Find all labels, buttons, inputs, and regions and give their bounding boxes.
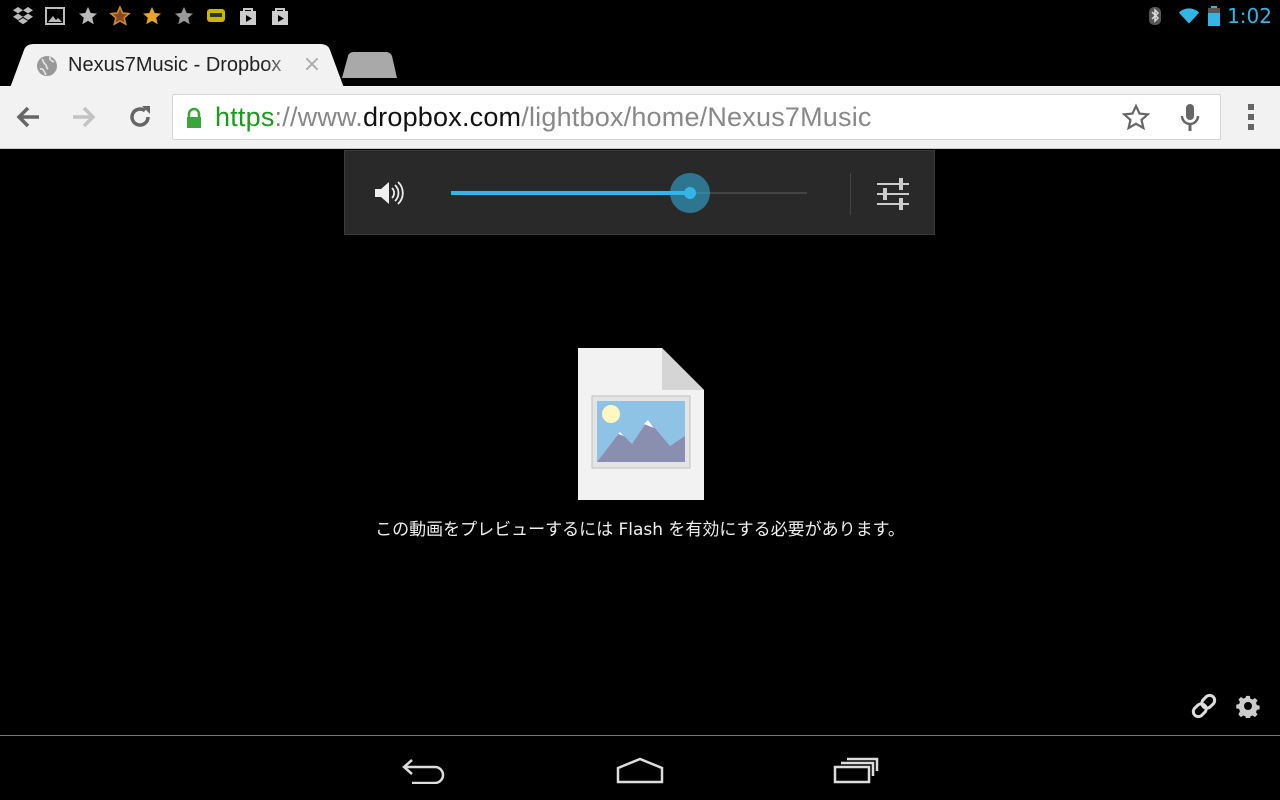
globe-icon <box>37 56 57 76</box>
active-tab[interactable]: Nexus7Music - Dropbox × <box>10 44 348 88</box>
back-nav-icon <box>402 759 445 784</box>
settings-icon[interactable] <box>1236 694 1260 718</box>
volume-panel <box>344 150 935 235</box>
star-gray-icon <box>173 5 195 27</box>
browser-toolbar: https://www.dropbox.com/lightbox/home/Ne… <box>0 86 1280 149</box>
clock: 1:02 <box>1227 4 1272 28</box>
volume-slider[interactable] <box>451 173 807 213</box>
recent-apps-button[interactable] <box>826 750 886 790</box>
home-nav-button[interactable] <box>610 750 670 790</box>
star-gray-icon <box>77 5 99 27</box>
flash-required-message: この動画をプレビューするには Flash を有効にする必要があります。 <box>375 520 905 540</box>
microphone-icon[interactable] <box>1177 102 1203 134</box>
url-scheme: https <box>215 102 275 132</box>
star-orange-outline-icon <box>109 5 131 27</box>
url-text[interactable]: https://www.dropbox.com/lightbox/home/Ne… <box>215 102 872 133</box>
battery-icon <box>1206 5 1222 27</box>
lock-icon <box>187 107 201 128</box>
image-file-icon <box>578 348 704 500</box>
volume-fill <box>451 191 690 195</box>
tab-strip: Nexus7Music - Dropbox × <box>0 34 1280 88</box>
dropbox-icon <box>12 5 34 27</box>
wifi-icon <box>1176 5 1202 27</box>
bluetooth-icon <box>1144 5 1166 27</box>
home-nav-icon <box>616 757 664 784</box>
status-bar: 1:02 <box>0 0 1280 34</box>
back-nav-button[interactable] <box>394 750 454 790</box>
tab-title: Nexus7Music - Dropbox <box>68 54 282 76</box>
url-subdomain: www. <box>297 102 363 132</box>
talk-icon <box>205 5 227 27</box>
new-tab-button[interactable] <box>342 52 398 78</box>
play-store-icon <box>237 5 259 27</box>
omnibox[interactable]: https://www.dropbox.com/lightbox/home/Ne… <box>172 94 1221 140</box>
star-orange-icon <box>141 5 163 27</box>
reload-button[interactable] <box>123 100 157 134</box>
url-separator: :// <box>274 102 298 132</box>
tab-close-button[interactable]: × <box>300 52 324 78</box>
volume-divider <box>850 173 851 215</box>
image-icon <box>44 5 66 27</box>
menu-icon <box>1248 104 1254 130</box>
equalizer-icon[interactable] <box>875 177 911 211</box>
link-icon[interactable] <box>1188 690 1220 722</box>
url-host: dropbox.com <box>362 102 522 132</box>
back-button[interactable] <box>11 100 45 134</box>
menu-button[interactable] <box>1234 100 1268 134</box>
play-store-icon <box>269 5 291 27</box>
recent-apps-icon <box>833 757 879 784</box>
reload-icon <box>130 106 150 127</box>
back-icon <box>16 106 39 128</box>
speaker-icon[interactable] <box>373 179 405 207</box>
bookmark-star-icon[interactable] <box>1121 103 1151 133</box>
navigation-bar <box>0 736 1280 800</box>
forward-button[interactable] <box>67 100 101 134</box>
forward-icon <box>73 106 96 128</box>
url-path: /lightbox/home/Nexus7Music <box>521 102 872 132</box>
volume-thumb[interactable] <box>669 173 710 213</box>
